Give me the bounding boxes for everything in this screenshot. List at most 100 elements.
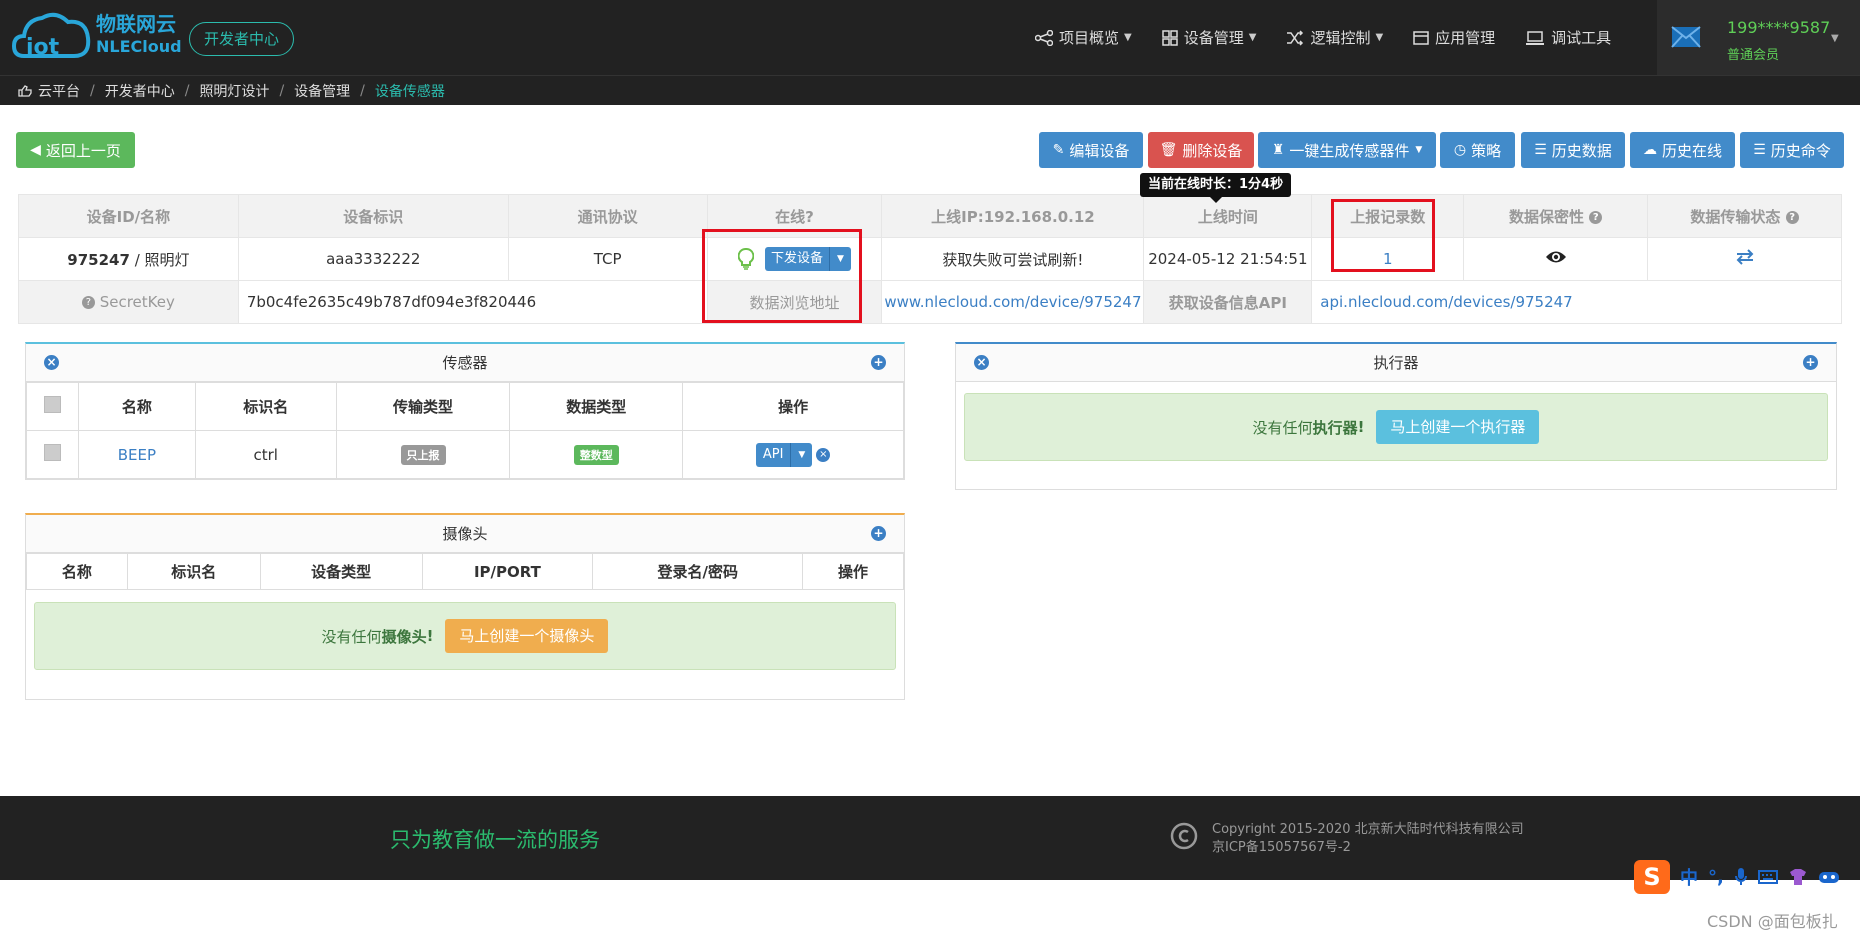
col-header: 传输类型 <box>335 382 511 431</box>
robot-icon: ♜ <box>1271 142 1285 158</box>
keyboard-icon[interactable] <box>1757 869 1778 885</box>
history-cmd-label: 历史命令 <box>1770 141 1831 160</box>
breadcrumb-item[interactable]: 开发者中心 <box>105 81 175 101</box>
list-icon: ☰ <box>1534 142 1547 158</box>
col-header: IP/PORT <box>421 553 594 590</box>
nav-debug-tools[interactable]: 调试工具 <box>1525 27 1611 48</box>
transfer-cell <box>1647 237 1842 281</box>
punctuation-icon[interactable]: °, <box>1708 867 1724 888</box>
microphone-icon[interactable] <box>1734 867 1748 887</box>
breadcrumb-current: 设备传感器 <box>374 83 445 100</box>
sogou-logo-icon[interactable]: S <box>1634 860 1670 894</box>
edit-label: 编辑设备 <box>1069 141 1130 160</box>
generate-sensor-button[interactable]: ♜ 一键生成传感器件 ▼ <box>1258 132 1436 168</box>
col-header: 通讯协议 <box>507 194 708 238</box>
eye-icon[interactable] <box>1545 250 1567 264</box>
add-camera-icon[interactable]: + <box>871 526 886 541</box>
add-sensor-icon[interactable]: + <box>871 355 886 370</box>
secretkey-label: SecretKey <box>99 293 175 311</box>
history-online-label: 历史在线 <box>1661 141 1722 160</box>
sensor-panel: × 传感器 + 名称 标识名 传输类型 数据类型 操作 BEEP ctrl 只上… <box>25 342 905 480</box>
camera-panel-title: 摄像头 <box>442 525 488 543</box>
nav-label: 应用管理 <box>1435 29 1496 47</box>
sensor-header-row: 名称 标识名 传输类型 数据类型 操作 <box>26 382 904 431</box>
actuator-panel: × 执行器 + 没有任何 执行器! 马上创建一个执行器 <box>955 342 1837 490</box>
select-all-cell <box>26 382 79 431</box>
breadcrumb-item[interactable]: 照明灯设计 <box>199 81 269 101</box>
trans-type-badge: 只上报 <box>400 444 446 465</box>
csdn-watermark: CSDN @面包板扎 <box>1707 912 1838 931</box>
exchange-icon[interactable] <box>1735 249 1755 265</box>
breadcrumb-item[interactable]: 设备管理 <box>294 81 350 101</box>
device-tag: aaa3332222 <box>237 237 509 281</box>
sensor-name-link[interactable]: BEEP <box>77 430 196 479</box>
skin-icon[interactable] <box>1788 868 1808 886</box>
col-header: 上线IP:192.168.0.12 <box>881 194 1145 238</box>
api-label: 获取设备信息API <box>1143 280 1313 324</box>
col-header-label: 数据保密性 <box>1509 207 1585 226</box>
question-icon[interactable]: ? <box>81 296 95 309</box>
strategy-button[interactable]: ◷ 策略 <box>1440 132 1515 168</box>
create-camera-button[interactable]: 马上创建一个摄像头 <box>445 619 609 653</box>
secretkey-label-cell: ? SecretKey <box>18 280 239 324</box>
api-url-link[interactable]: api.nlecloud.com/devices/975247 <box>1311 280 1842 324</box>
history-command-button[interactable]: ☰ 历史命令 <box>1740 132 1844 168</box>
back-button[interactable]: ◀ 返回上一页 <box>16 132 135 168</box>
logo-text[interactable]: 物联网云 NLECloud <box>96 12 182 58</box>
nav-app-management[interactable]: 应用管理 <box>1413 27 1495 48</box>
empty-suffix: ! <box>1357 418 1365 436</box>
gamepad-icon[interactable] <box>1818 869 1840 885</box>
create-actuator-button[interactable]: 马上创建一个执行器 <box>1376 410 1540 444</box>
highlight-box-online <box>702 229 862 323</box>
laptop-icon <box>1526 30 1545 45</box>
nlecloud-logo-icon[interactable]: iot <box>12 8 92 66</box>
footer-slogan: 只为教育做一流的服务 <box>390 828 600 852</box>
api-button[interactable]: API ▼ <box>755 442 813 467</box>
secrecy-cell <box>1463 237 1649 281</box>
question-icon[interactable]: ? <box>1589 210 1603 224</box>
caret-down-icon: ▼ <box>1375 32 1384 43</box>
nav-label: 调试工具 <box>1551 29 1612 47</box>
ime-language[interactable]: 中 <box>1680 864 1698 890</box>
data-type-cell: 整数型 <box>509 430 684 479</box>
sensor-panel-title: 传感器 <box>442 354 488 372</box>
nav-device-management[interactable]: 设备管理 ▼ <box>1161 27 1256 48</box>
delete-device-button[interactable]: 🗑 删除设备 <box>1148 132 1254 168</box>
col-header: 名称 <box>26 553 128 590</box>
question-icon[interactable]: ? <box>1785 210 1799 224</box>
nav-project-overview[interactable]: 项目概览 ▼ <box>1035 27 1132 48</box>
device-info-table: 设备ID/名称 设备标识 通讯协议 在线? 上线IP:192.168.0.12 … <box>18 194 1842 324</box>
nav-logic-control[interactable]: 逻辑控制 ▼ <box>1286 27 1383 48</box>
caret-down-icon: ▼ <box>1831 33 1839 44</box>
empty-strong: 摄像头 <box>381 627 427 646</box>
device-name: / 照明灯 <box>129 250 190 269</box>
delete-icon[interactable]: × <box>816 447 831 462</box>
device-id-cell: 975247 / 照明灯 <box>18 237 239 281</box>
mail-icon[interactable] <box>1671 26 1701 48</box>
add-actuator-icon[interactable]: + <box>1803 355 1818 370</box>
breadcrumb-sep: / <box>360 82 365 99</box>
actuator-panel-header: × 执行器 + <box>956 344 1836 382</box>
edit-device-button[interactable]: ✎ 编辑设备 <box>1039 132 1143 168</box>
empty-suffix: ! <box>426 627 434 645</box>
device-key-row: ? SecretKey 7b0c4fe2635c49b787df094e3f82… <box>18 280 1842 324</box>
developer-center-button[interactable]: 开发者中心 <box>189 22 295 56</box>
collapse-icon[interactable]: × <box>44 355 59 370</box>
history-data-button[interactable]: ☰ 历史数据 <box>1521 132 1625 168</box>
collapse-icon[interactable]: × <box>974 355 989 370</box>
col-header: 登录名/密码 <box>592 553 804 590</box>
browse-url-link[interactable]: www.nlecloud.com/device/975247 <box>881 280 1145 324</box>
table-row: BEEP ctrl 只上报 整数型 API ▼ × <box>26 430 904 479</box>
caret-down-icon[interactable]: ▼ <box>790 442 812 467</box>
history-online-button[interactable]: ☁ 历史在线 <box>1630 132 1735 168</box>
row-select-cell <box>26 430 79 479</box>
data-type-badge: 整数型 <box>573 444 619 465</box>
sensor-table: 名称 标识名 传输类型 数据类型 操作 BEEP ctrl 只上报 整数型 AP… <box>26 382 904 479</box>
select-all-checkbox[interactable] <box>43 396 61 413</box>
user-menu[interactable]: 199****9587 普通会员 ▼ <box>1657 0 1860 75</box>
top-navbar: iot 物联网云 NLECloud 开发者中心 项目概览 ▼ 设备管理 ▼ 逻辑控制… <box>0 0 1860 75</box>
footer-icp[interactable]: 京ICP备15057567号-2 <box>1212 836 1351 855</box>
breadcrumb-item[interactable]: 云平台 <box>38 81 80 101</box>
row-checkbox[interactable] <box>43 444 61 461</box>
col-header: 操作 <box>802 553 904 590</box>
